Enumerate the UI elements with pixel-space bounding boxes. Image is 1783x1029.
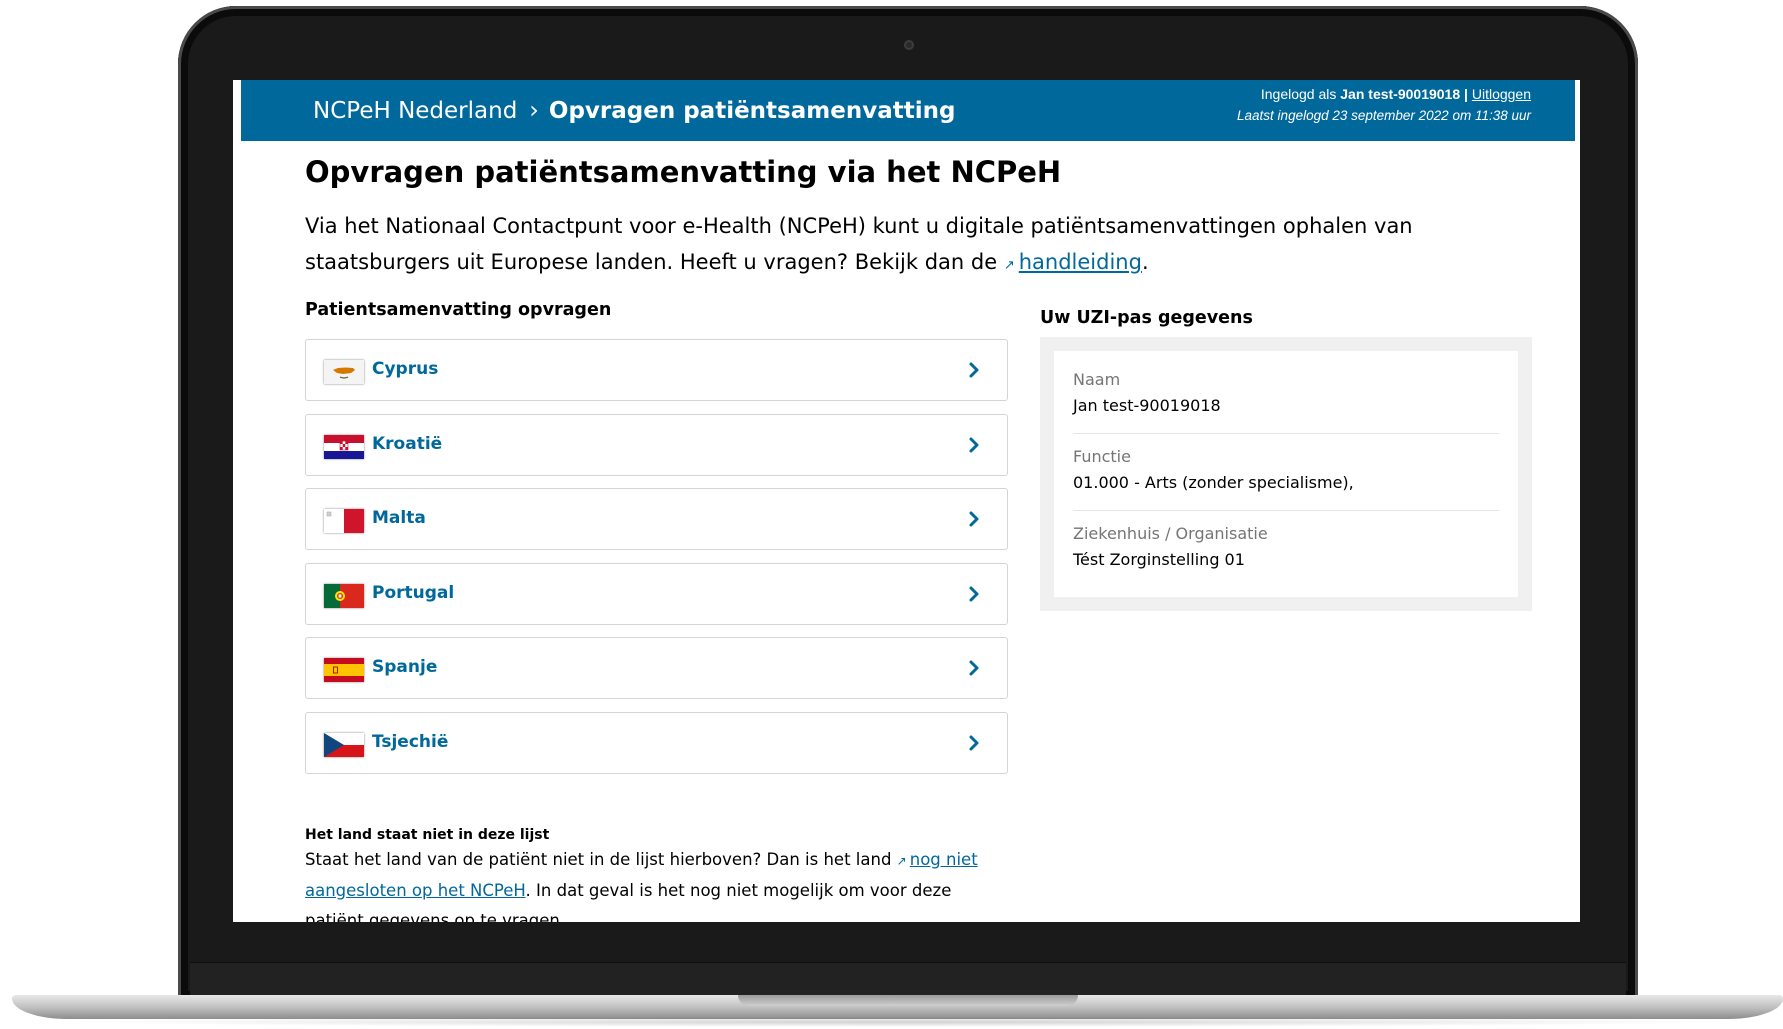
manual-link[interactable]: handleiding (1019, 250, 1142, 274)
chevron-right-icon (969, 362, 979, 378)
field-value: 01.000 - Arts (zonder specialisme), (1073, 473, 1354, 492)
logout-link[interactable]: Uitloggen (1472, 86, 1531, 102)
chevron-right-icon (969, 437, 979, 452)
croatia-flag-icon (324, 434, 364, 459)
last-login: Laatst ingelogd 23 september 2022 om 11:… (1237, 108, 1531, 123)
country-name: Spanje (372, 657, 438, 677)
not-listed-section: Het land staat niet in deze lijst Staat … (305, 827, 995, 922)
login-line: Ingelogd als Jan test-90019018 | Uitlogg… (1237, 84, 1531, 105)
uzi-field-function: Functie 01.000 - Arts (zonder specialism… (1073, 434, 1499, 511)
not-listed-text: Staat het land van de patiënt niet in de… (305, 845, 995, 922)
uzi-heading: Uw UZI-pas gegevens (1040, 308, 1253, 328)
breadcrumb-current: Opvragen patiëntsamenvatting (548, 98, 956, 124)
laptop-shadow (60, 1017, 1740, 1027)
chevron-right-icon (969, 511, 979, 527)
country-name: Malta (372, 508, 426, 528)
field-label: Functie (1073, 447, 1131, 466)
breadcrumb-separator-icon: › (529, 96, 539, 124)
country-name: Cyprus (372, 359, 439, 379)
country-item-spain[interactable]: Spanje (305, 637, 1008, 699)
intro-end: . (1141, 250, 1149, 274)
field-label: Ziekenhuis / Organisatie (1073, 524, 1268, 543)
country-name: Portugal (372, 582, 455, 603)
portugal-flag-icon (324, 583, 364, 608)
intro-body: Via het Nationaal Contactpunt voor e-Hea… (305, 214, 1413, 274)
field-value: Tést Zorginstelling 01 (1073, 550, 1245, 569)
country-item-croatia[interactable]: Kroatië (305, 413, 1008, 476)
page-title: Opvragen patiëntsamenvatting via het NCP… (305, 155, 1062, 189)
browser-screen: NCPeH Nederland › Opvragen patiëntsamenvat… (233, 80, 1580, 922)
chevron-right-icon (969, 660, 979, 676)
login-separator: | (1460, 86, 1472, 102)
intro-text: Via het Nationaal Contactpunt voor e-Hea… (305, 208, 1445, 284)
breadcrumb-home-link[interactable]: NCPeH Nederland (313, 98, 517, 124)
chevron-right-icon (969, 586, 979, 601)
field-value: Jan test-90019018 (1073, 396, 1221, 415)
malta-flag-icon (324, 509, 364, 533)
country-list: Cyprus Kroatië Malta Portugal Spanje Tsj… (305, 339, 1008, 786)
not-listed-heading: Het land staat niet in deze lijst (305, 827, 550, 843)
countries-heading: Patientsamenvatting opvragen (305, 300, 612, 320)
czechia-flag-icon (324, 732, 364, 757)
spain-flag-icon (324, 658, 364, 682)
laptop-hinge-notch (738, 995, 1078, 1006)
user-name: Jan test-90019018 (1340, 86, 1461, 102)
uzi-card: Naam Jan test-90019018 Functie 01.000 - … (1040, 337, 1532, 611)
country-item-cyprus[interactable]: Cyprus (305, 339, 1008, 401)
chevron-right-icon (969, 735, 979, 750)
uzi-card-inner: Naam Jan test-90019018 Functie 01.000 - … (1054, 351, 1518, 597)
uzi-field-name: Naam Jan test-90019018 (1073, 357, 1499, 434)
country-name: Tsjechië (372, 731, 449, 752)
header-bar: NCPeH Nederland › Opvragen patiëntsamenvat… (241, 80, 1575, 141)
login-info: Ingelogd als Jan test-90019018 | Uitlogg… (1237, 84, 1531, 126)
external-link-icon: ↗ (1003, 258, 1015, 273)
field-label: Naam (1073, 370, 1121, 389)
country-item-portugal[interactable]: Portugal (305, 562, 1008, 625)
country-name: Kroatië (372, 433, 443, 454)
cyprus-flag-icon (324, 360, 364, 384)
logged-in-prefix: Ingelogd als (1260, 86, 1341, 102)
breadcrumb: NCPeH Nederland › Opvragen patiëntsamenvat… (313, 90, 955, 131)
uzi-field-organisation: Ziekenhuis / Organisatie Tést Zorginstel… (1073, 511, 1499, 587)
country-item-malta[interactable]: Malta (305, 488, 1008, 550)
not-listed-text-start: Staat het land van de patiënt niet in de… (305, 850, 897, 869)
external-link-icon: ↗ (896, 854, 907, 868)
country-item-czechia[interactable]: Tsjechië (305, 711, 1008, 774)
webcam (904, 40, 914, 50)
